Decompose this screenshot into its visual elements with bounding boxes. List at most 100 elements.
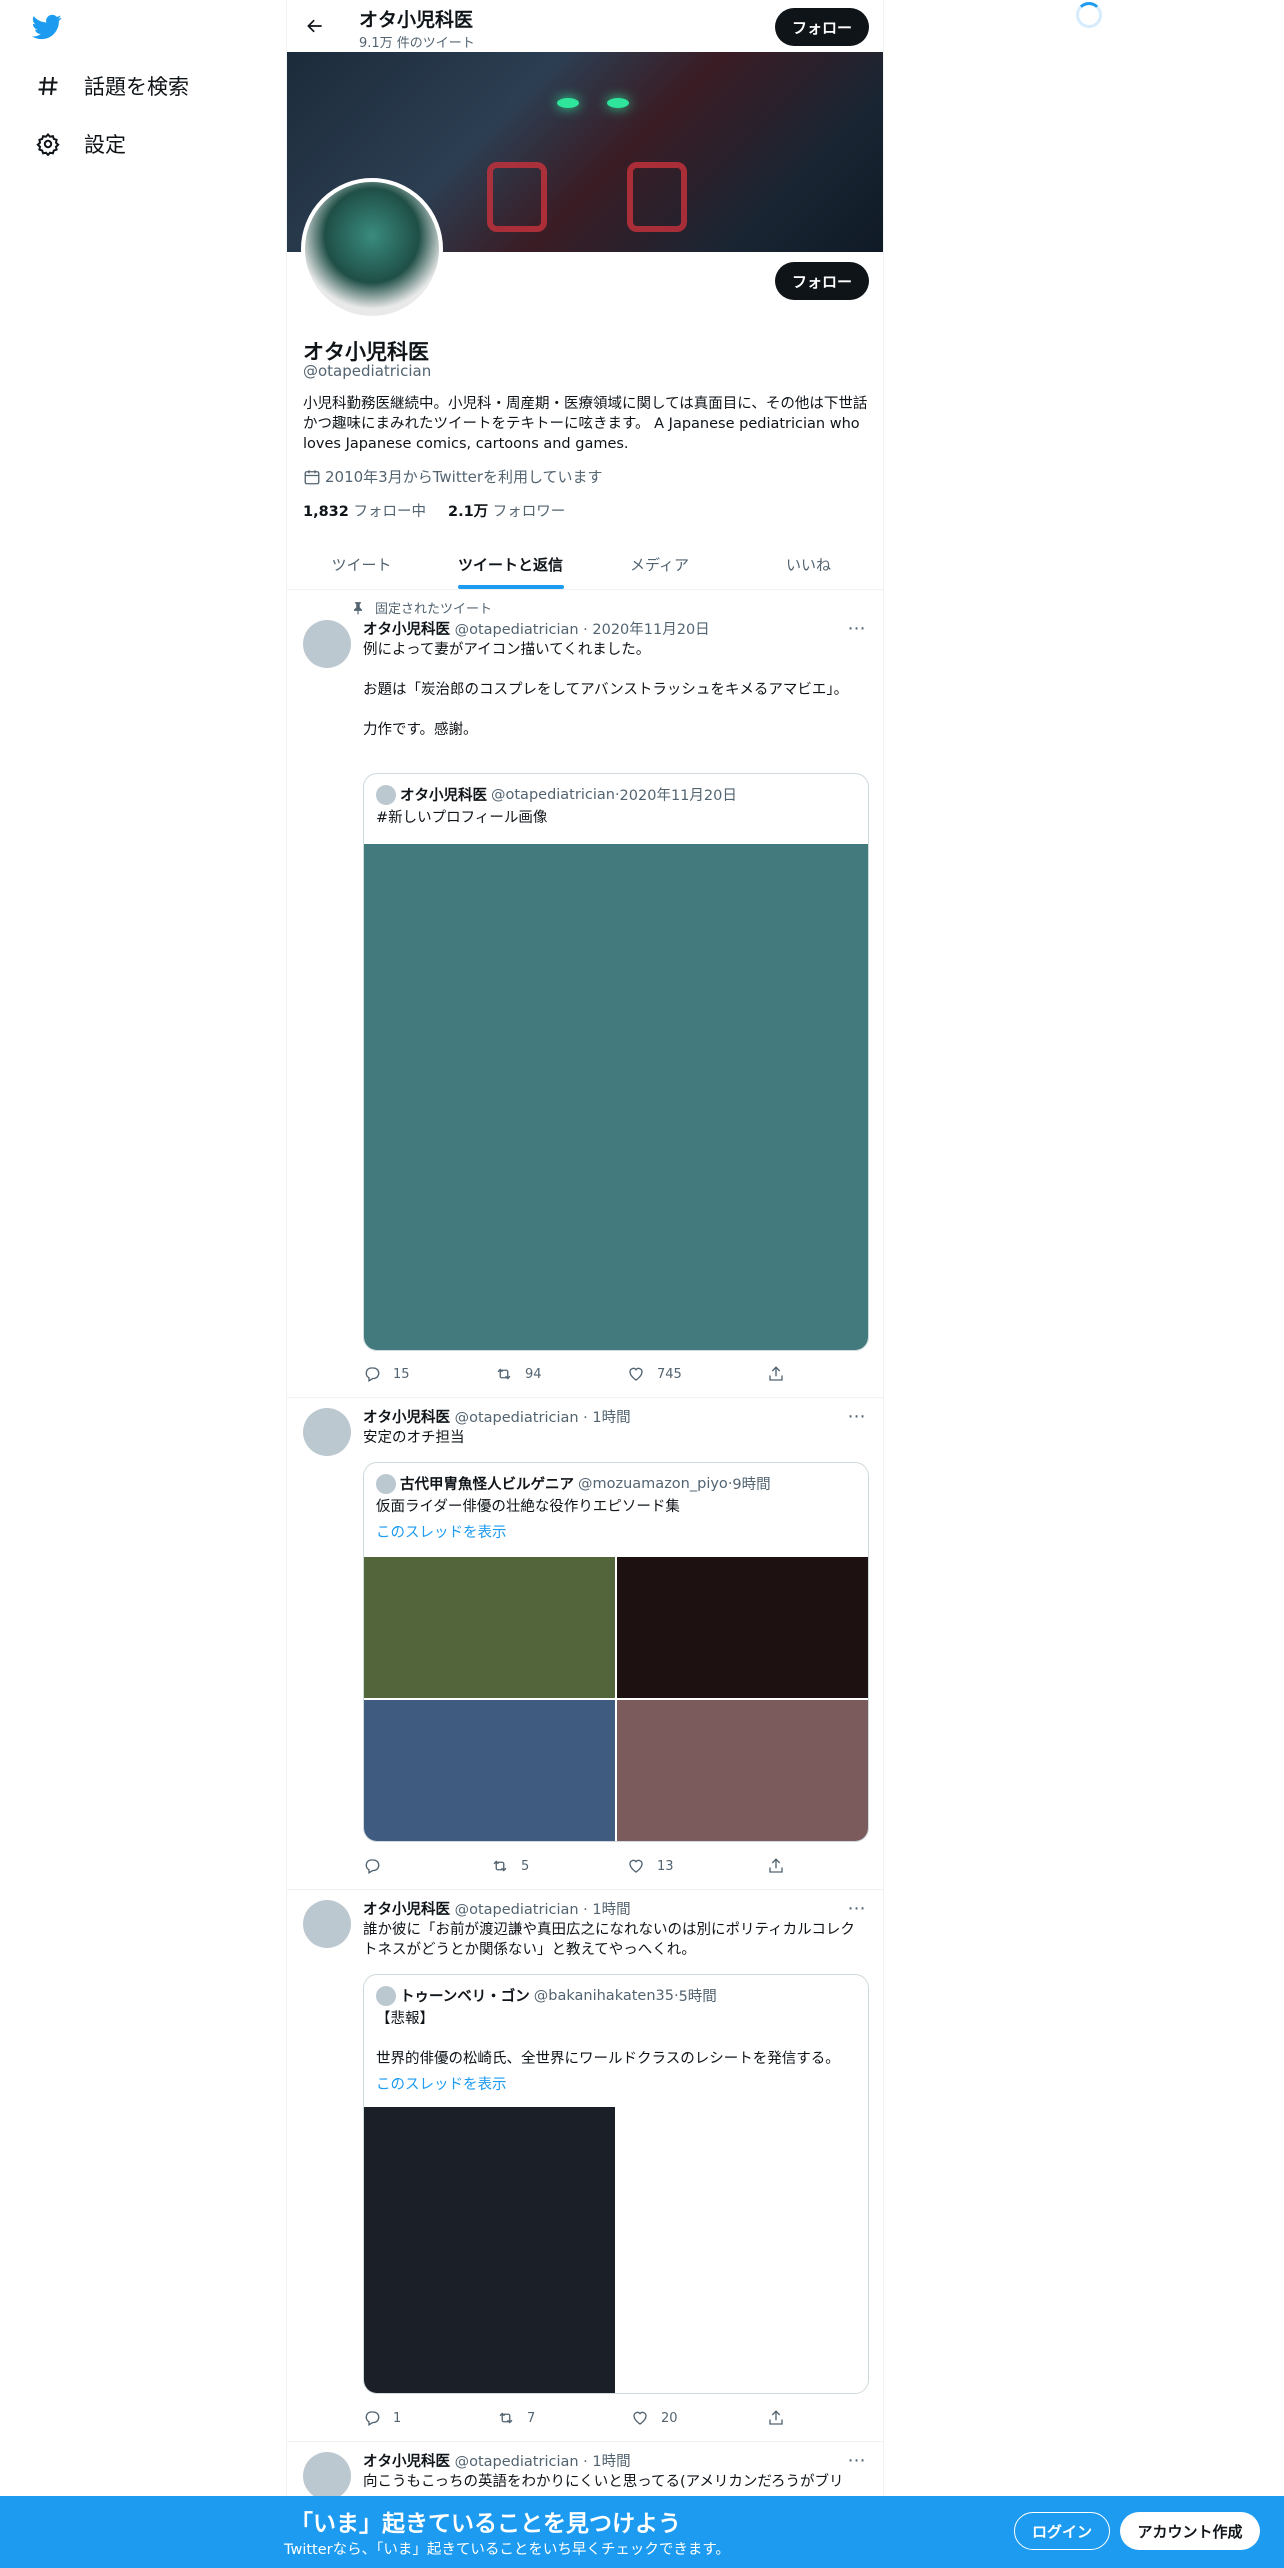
quote-image[interactable] <box>364 844 868 1350</box>
signup-banner-title: 「いま」起きていることを見つけよう <box>290 2511 681 2537</box>
quote-image[interactable] <box>364 1557 615 1698</box>
tweet-author-handle: @otapediatrician <box>454 622 579 638</box>
pin-icon <box>351 601 365 615</box>
profile-bio: 小児科勤務医継続中。小児科・周産期・医療領域に関しては真面目に、その他は下世話か… <box>303 396 868 452</box>
tweet-time[interactable]: 1時間 <box>592 2454 630 2470</box>
tweet-author-name[interactable]: オタ小児科医 <box>363 1410 450 1426</box>
twitter-bird-icon[interactable] <box>30 12 66 44</box>
more-icon[interactable]: ⋯ <box>847 1406 867 1427</box>
tab-likes[interactable]: いいね <box>734 540 883 589</box>
quote-author-name: トゥーンベリ・ゴン <box>400 1989 530 2005</box>
tweet[interactable]: オタ小児科医 @otapediatrician · 1時間 ⋯ 安定のオチ担当 … <box>287 1398 883 1890</box>
show-thread-link[interactable]: このスレッドを表示 <box>376 1521 507 1542</box>
following-count: 1,832 <box>303 504 349 520</box>
reply-button[interactable] <box>363 1854 491 1878</box>
tab-tweets-replies[interactable]: ツイートと返信 <box>436 540 585 589</box>
following-link[interactable]: 1,832 フォロー中 <box>303 500 426 521</box>
quote-image[interactable] <box>617 1700 868 1841</box>
profile-handle: @otapediatrician <box>303 362 432 380</box>
profile-avatar[interactable] <box>301 178 443 320</box>
reply-icon <box>365 1367 380 1382</box>
more-icon[interactable]: ⋯ <box>847 1898 867 1919</box>
reply-count: 1 <box>393 2410 402 2426</box>
like-count: 20 <box>661 2410 678 2426</box>
tweet-author-name[interactable]: オタ小児科医 <box>363 622 450 638</box>
calendar-icon <box>303 468 321 486</box>
tweet-author-handle: @otapediatrician <box>454 1410 579 1426</box>
tweet-header: オタ小児科医 @otapediatrician · 2020年11月20日 <box>363 622 710 638</box>
profile-column: オタ小児科医 9.1万 件のツイート フォロー フォロー オタ小児科医 @ota… <box>286 0 884 2568</box>
tweet-text: 例によって妻がアイコン描いてくれました。 お題は「炭治郎のコスプレをしてアバンス… <box>363 642 849 738</box>
tweet-time[interactable]: 2020年11月20日 <box>592 622 709 638</box>
followers-count: 2.1万 <box>447 504 489 520</box>
header-follow-button[interactable]: フォロー <box>775 8 869 46</box>
show-thread-link[interactable]: このスレッドを表示 <box>376 2073 507 2094</box>
like-button[interactable]: 13 <box>627 1854 767 1878</box>
profile-follow-button[interactable]: フォロー <box>775 262 869 300</box>
tweet-header: オタ小児科医 @otapediatrician · 1時間 <box>363 1902 631 1918</box>
tweet-text: 安定のオチ担当 <box>363 1430 465 1446</box>
like-button[interactable]: 20 <box>631 2406 767 2430</box>
tweet-author-name[interactable]: オタ小児科医 <box>363 2454 450 2470</box>
retweet-icon <box>497 1368 511 1380</box>
share-button[interactable] <box>767 1362 797 1386</box>
quote-text: 【悲報】 世界的俳優の松崎氏、全世界にワールドクラスのレシートを発信する。 <box>376 2011 840 2067</box>
reply-button[interactable]: 1 <box>363 2406 497 2430</box>
nav-explore[interactable]: 話題を検索 <box>34 66 189 106</box>
quote-avatar <box>376 784 396 805</box>
quote-tweet[interactable]: トゥーンベリ・ゴン @bakanihakaten35 · 5時間 【悲報】 世界… <box>363 1974 869 2394</box>
login-button[interactable]: ログイン <box>1014 2512 1110 2550</box>
retweet-button[interactable]: 5 <box>491 1854 627 1878</box>
followers-link[interactable]: 2.1万 フォロワー <box>448 500 565 521</box>
tab-media[interactable]: メディア <box>585 540 734 589</box>
share-button[interactable] <box>767 1854 797 1878</box>
quote-author-name: オタ小児科医 <box>400 788 487 804</box>
profile-stats: 1,832 フォロー中 2.1万 フォロワー <box>303 500 565 521</box>
heart-icon <box>633 2411 647 2425</box>
avatar[interactable] <box>303 1900 351 1948</box>
avatar[interactable] <box>303 620 351 668</box>
tweet[interactable]: 固定されたツイート オタ小児科医 @otapediatrician · 2020… <box>287 590 883 1398</box>
arrow-left-icon[interactable] <box>301 12 329 40</box>
quote-image[interactable] <box>364 1700 615 1841</box>
avatar[interactable] <box>303 1408 351 1456</box>
loading-spinner-icon <box>1076 2 1102 28</box>
like-button[interactable]: 745 <box>627 1362 767 1386</box>
retweet-count: 7 <box>527 2410 536 2426</box>
quote-author-name: 古代甲冑魚怪人ビルゲニア <box>400 1477 574 1493</box>
retweet-button[interactable]: 7 <box>497 2406 631 2430</box>
quote-time: 5時間 <box>678 1989 717 2005</box>
like-count: 13 <box>657 1858 674 1874</box>
share-icon <box>769 1366 783 1381</box>
quote-image[interactable] <box>364 2107 615 2393</box>
header-name: オタ小児科医 <box>359 9 474 31</box>
nav-settings[interactable]: 設定 <box>34 124 126 164</box>
reply-button[interactable]: 15 <box>363 1362 495 1386</box>
quote-tweet[interactable]: 古代甲冑魚怪人ビルゲニア @mozuamazon_piyo · 9時間 仮面ライ… <box>363 1462 869 1842</box>
quote-text: 仮面ライダー俳優の壮絶な役作りエピソード集 <box>376 1499 680 1515</box>
quote-image[interactable] <box>617 1557 868 1698</box>
tweet-author-handle: @otapediatrician <box>454 2454 579 2470</box>
avatar[interactable] <box>303 2452 351 2500</box>
quote-author-handle: @otapediatrician <box>491 786 615 803</box>
tweet-time[interactable]: 1時間 <box>592 1410 630 1426</box>
banner-art <box>557 98 579 108</box>
tweet-author-name[interactable]: オタ小児科医 <box>363 1902 450 1918</box>
tweet-actions: 15 94 745 <box>363 1362 803 1386</box>
quote-tweet[interactable]: オタ小児科医 @otapediatrician · 2020年11月20日 #新… <box>363 773 869 1351</box>
share-button[interactable] <box>767 2406 797 2430</box>
signup-button[interactable]: アカウント作成 <box>1120 2512 1260 2550</box>
share-icon <box>769 1858 783 1873</box>
more-icon[interactable]: ⋯ <box>847 618 867 639</box>
pinned-label: 固定されたツイート <box>375 602 493 617</box>
tweet[interactable]: オタ小児科医 @otapediatrician · 1時間 ⋯ 誰か彼に「お前が… <box>287 1890 883 2442</box>
profile-header: オタ小児科医 9.1万 件のツイート フォロー <box>287 0 883 52</box>
banner-art <box>627 162 687 232</box>
retweet-button[interactable]: 94 <box>495 1362 627 1386</box>
banner-art <box>607 98 629 108</box>
more-icon[interactable]: ⋯ <box>847 2450 867 2471</box>
pinned-indicator: 固定されたツイート <box>337 598 492 617</box>
tweet-time[interactable]: 1時間 <box>592 1902 630 1918</box>
tweet-text: 向こうもこっちの英語をわかりにくいと思ってる(アメリカンだろうがブリ <box>363 2474 844 2490</box>
tab-tweets[interactable]: ツイート <box>287 540 436 589</box>
